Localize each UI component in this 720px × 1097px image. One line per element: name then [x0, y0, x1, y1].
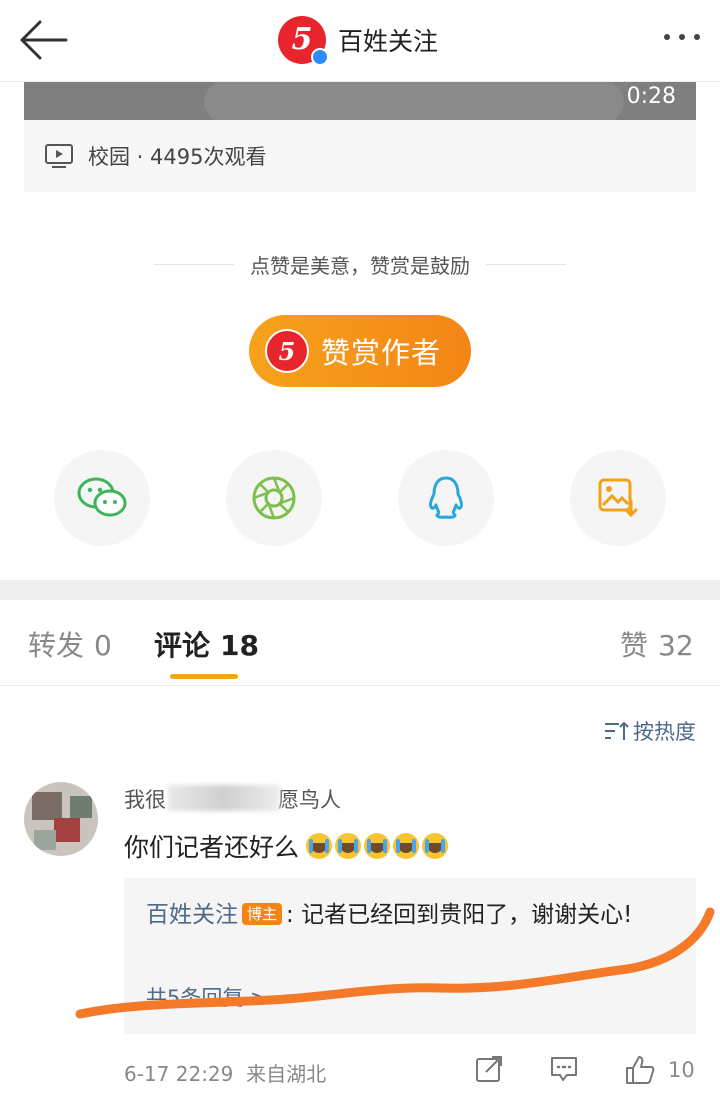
- comment-meta: 6-17 22:29 来自湖北: [124, 1058, 326, 1087]
- divider-line: [154, 263, 234, 265]
- save-image-icon: [598, 478, 638, 518]
- video-player[interactable]: 0:28: [24, 82, 696, 120]
- author-reply: 百姓关注 博主: 记者已经回到贵阳了，谢谢关心!: [146, 896, 674, 934]
- comment-text: 你们记者还好么: [124, 828, 449, 864]
- username-end: 愿鸟人: [278, 788, 341, 812]
- crying-emoji-icon: [364, 833, 391, 859]
- crying-emoji-icon: [335, 833, 362, 859]
- like-thumb-icon[interactable]: [624, 1054, 656, 1086]
- blogger-badge: 博主: [242, 903, 283, 925]
- tab-likes[interactable]: 赞 32: [620, 624, 694, 664]
- share-qq-button[interactable]: [398, 450, 494, 546]
- username-redaction: [168, 785, 280, 811]
- verified-badge-icon: [311, 48, 329, 66]
- video-icon: [45, 144, 73, 168]
- section-divider: [0, 580, 720, 600]
- comment-body: 你们记者还好么: [124, 833, 300, 862]
- avatar[interactable]: [24, 782, 98, 856]
- interaction-tabs: 转发 0 评论 18 赞 32: [0, 600, 720, 686]
- wechat-icon: [77, 477, 127, 517]
- tab-repost-label: 转发: [28, 629, 85, 662]
- reward-button-label: 赞赏作者: [321, 336, 442, 370]
- tab-likes-count: 32: [658, 629, 694, 662]
- reward-logo-glyph: 5: [278, 336, 296, 366]
- reply-username[interactable]: 百姓关注: [146, 902, 238, 928]
- tab-repost-count: 0: [94, 629, 112, 662]
- account-logo: 5: [278, 16, 329, 66]
- comment-time: 6-17 22:29: [124, 1062, 234, 1086]
- more-dots-icon[interactable]: [664, 34, 700, 40]
- sort-by-popularity-button[interactable]: 按热度: [603, 716, 696, 746]
- top-bar: 5 百姓关注: [0, 0, 720, 82]
- tab-comments-label: 评论: [154, 629, 211, 662]
- crying-emoji-icon: [393, 833, 420, 859]
- account-name: 百姓关注: [338, 27, 439, 56]
- username-start: 我很: [124, 788, 166, 812]
- tab-repost[interactable]: 转发 0: [28, 624, 112, 664]
- comment-like-count: 10: [668, 1058, 695, 1082]
- tab-comments[interactable]: 评论 18: [154, 624, 259, 664]
- view-all-replies-link[interactable]: 共5条回复 >: [146, 982, 268, 1012]
- share-moments-button[interactable]: [226, 450, 322, 546]
- crying-emoji-icon: [306, 833, 333, 859]
- tab-likes-label: 赞: [620, 629, 649, 662]
- back-arrow-icon[interactable]: [18, 18, 70, 62]
- tab-comments-count: 18: [220, 629, 259, 662]
- share-wechat-button[interactable]: [54, 450, 150, 546]
- sort-icon: [605, 721, 629, 740]
- crying-emoji-row: [303, 833, 449, 859]
- reward-author-button[interactable]: 5 赞赏作者: [249, 315, 471, 387]
- sort-label: 按热度: [633, 720, 696, 744]
- active-tab-indicator: [170, 674, 238, 679]
- reply-comment-icon[interactable]: [549, 1054, 579, 1084]
- logo-glyph: 5: [291, 22, 313, 57]
- reply-text: : 记者已经回到贵阳了，谢谢关心!: [286, 902, 633, 928]
- video-meta[interactable]: 校园 · 4495次观看: [24, 120, 696, 192]
- share-icon[interactable]: [474, 1054, 504, 1084]
- reward-logo-icon: 5: [265, 329, 309, 373]
- account-header[interactable]: 5 百姓关注: [278, 14, 438, 66]
- divider-line: [486, 263, 566, 265]
- reply-preview[interactable]: 百姓关注 博主: 记者已经回到贵阳了，谢谢关心! 共5条回复 >: [124, 878, 696, 1034]
- moments-icon: [252, 476, 296, 520]
- reward-tagline-row: 点赞是美意，赞赏是鼓励: [0, 247, 720, 281]
- comment-location: 来自湖北: [246, 1062, 327, 1086]
- reward-tagline: 点赞是美意，赞赏是鼓励: [250, 253, 470, 278]
- video-duration: 0:28: [626, 84, 676, 109]
- crying-emoji-icon: [422, 833, 449, 859]
- share-save-image-button[interactable]: [570, 450, 666, 546]
- qq-icon: [429, 476, 463, 519]
- video-meta-text: 校园 · 4495次观看: [88, 145, 267, 169]
